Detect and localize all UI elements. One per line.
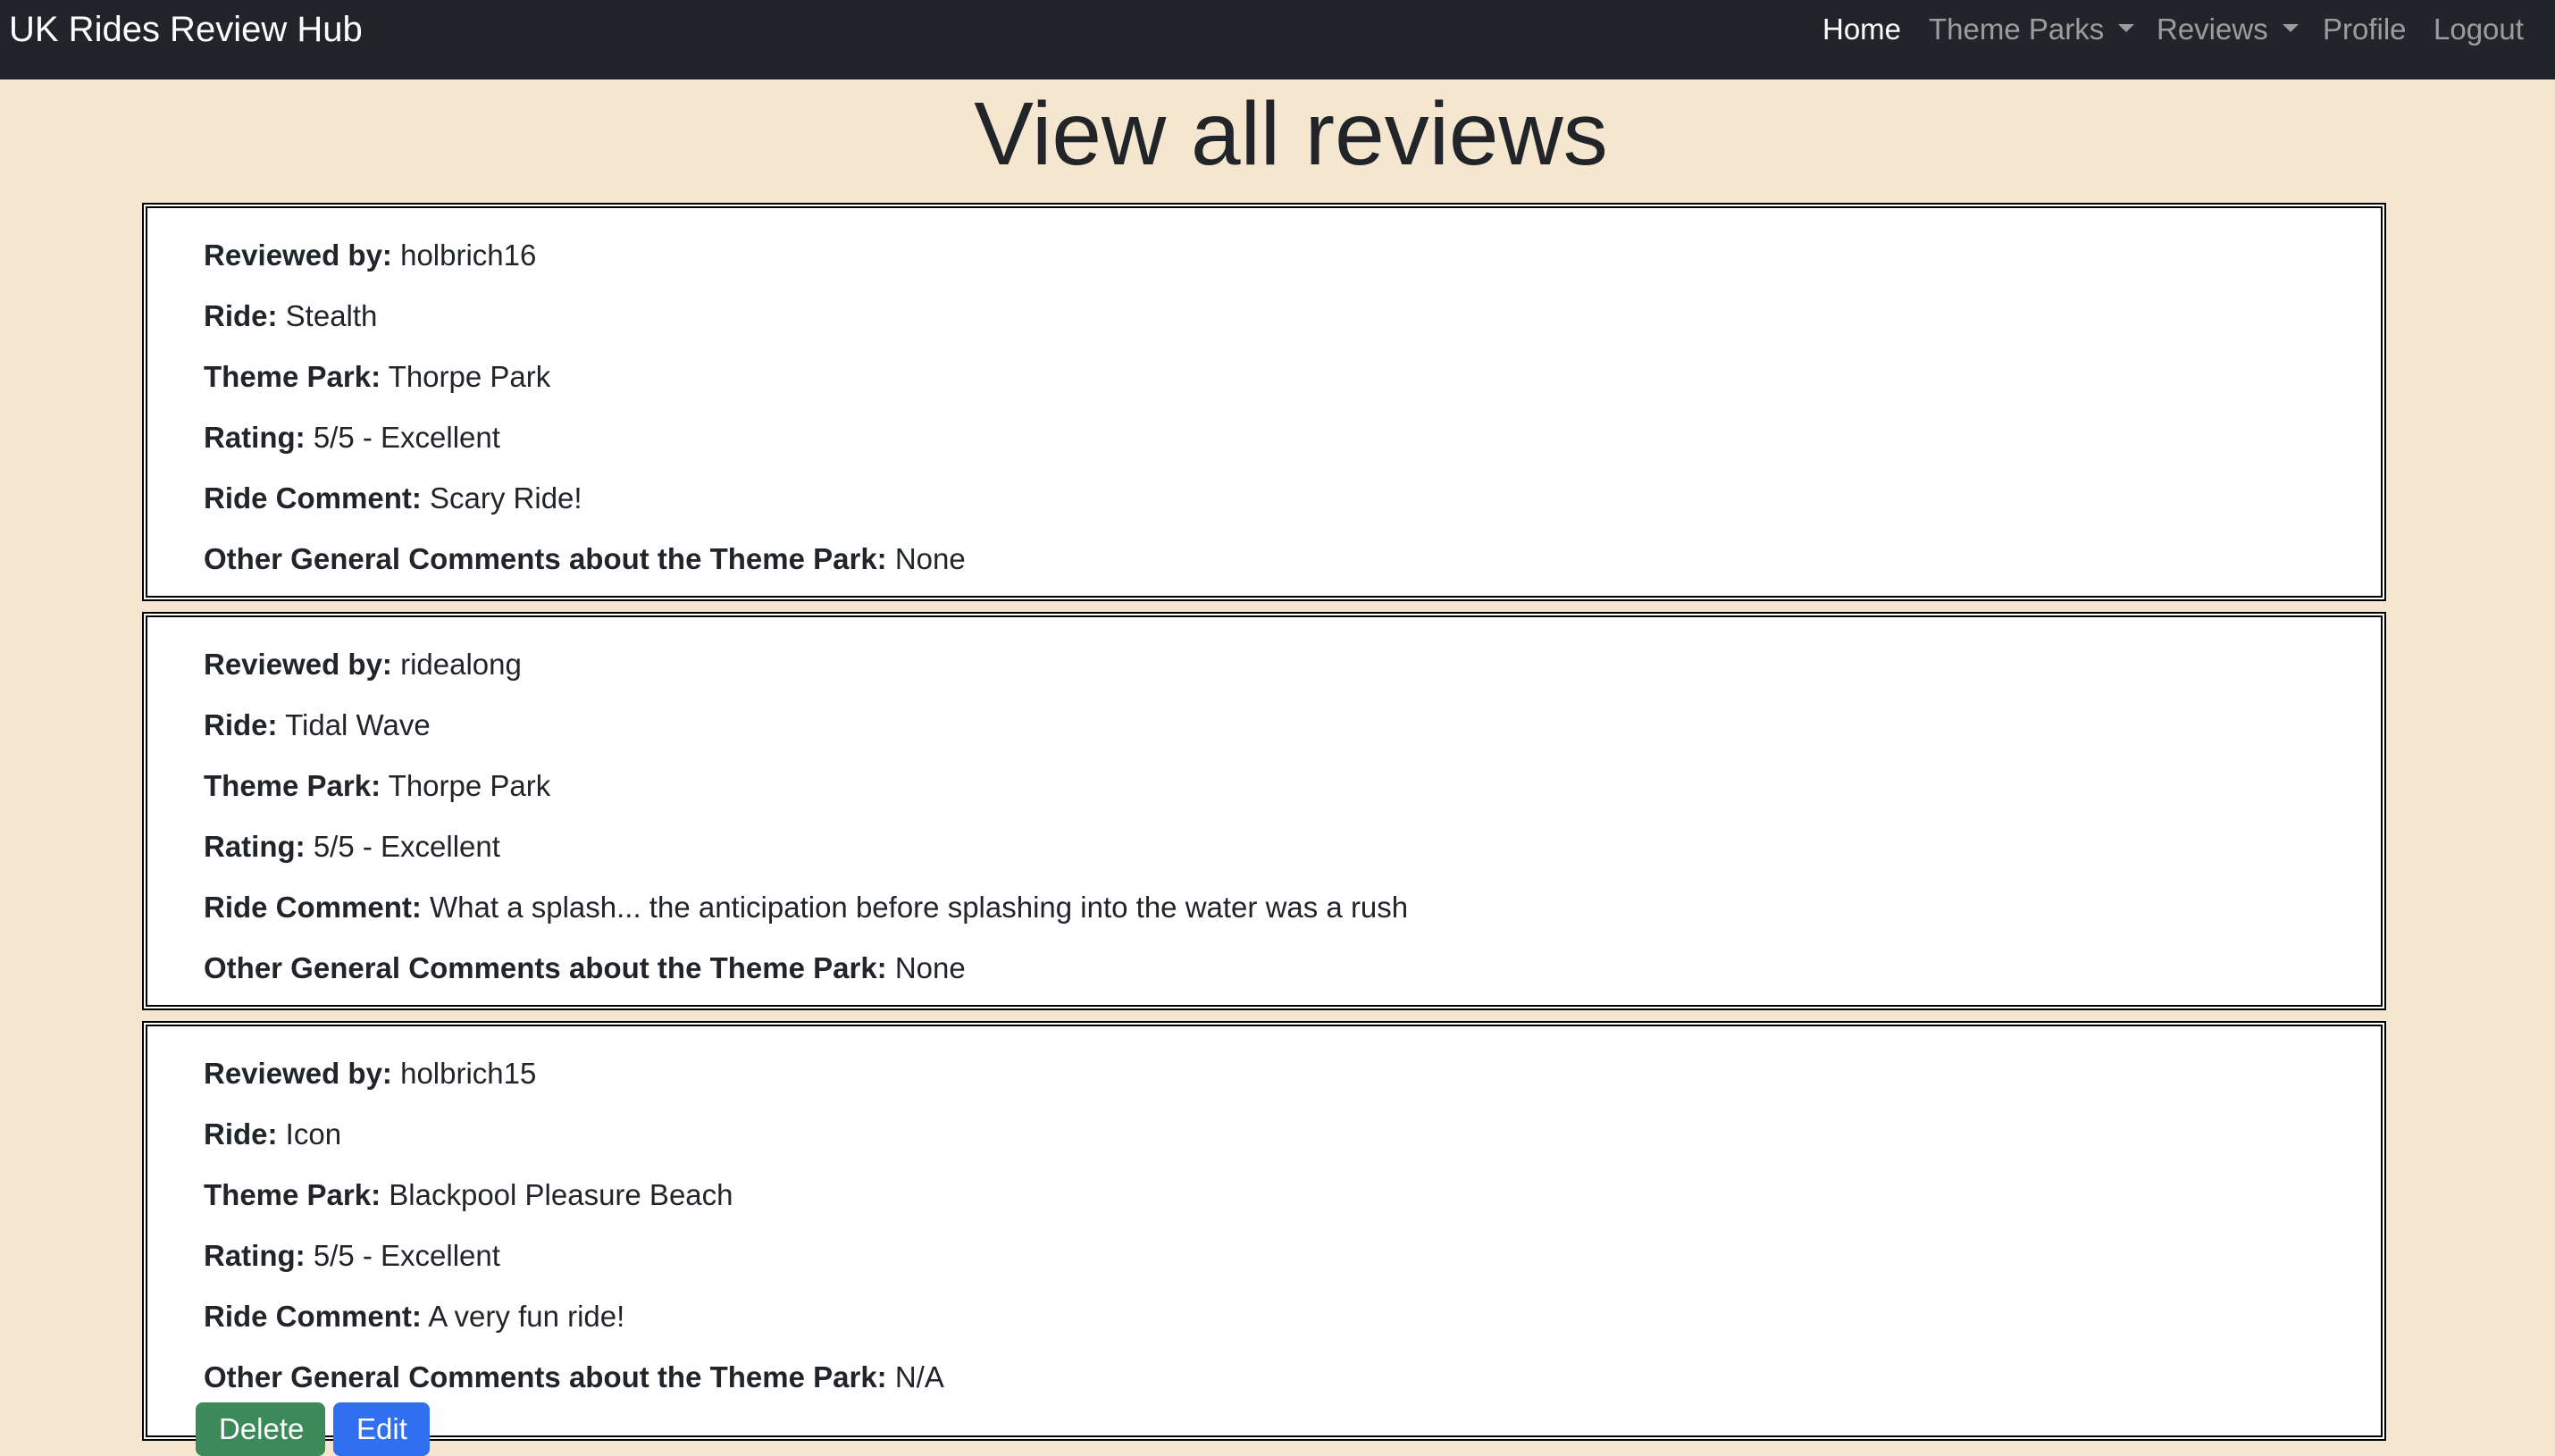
nav-theme-parks-dropdown[interactable]: Theme Parks	[1929, 0, 2135, 59]
field-value: 5/5 - Excellent	[313, 1239, 500, 1272]
field-value: Thorpe Park	[388, 360, 551, 393]
field-label: Ride Comment:	[204, 481, 422, 515]
field-value: A very fun ride!	[428, 1300, 625, 1333]
review-general-comments: Other General Comments about the Theme P…	[204, 950, 966, 986]
top-navbar: UK Rides Review Hub Home Theme Parks Rev…	[0, 0, 2555, 79]
review-ride: Ride: Icon	[204, 1117, 341, 1152]
field-label: Rating:	[204, 1239, 306, 1272]
review-reviewed-by: Reviewed by: ridealong	[204, 647, 522, 682]
field-value: What a splash... the anticipation before…	[430, 891, 1409, 924]
field-label: Rating:	[204, 421, 306, 454]
field-label: Reviewed by:	[204, 648, 392, 681]
field-label: Theme Park:	[204, 769, 381, 802]
review-theme-park: Theme Park: Thorpe Park	[204, 768, 550, 804]
review-rating: Rating: 5/5 - Excellent	[204, 1238, 500, 1274]
review-rating: Rating: 5/5 - Excellent	[204, 829, 500, 865]
edit-button[interactable]: Edit	[333, 1402, 430, 1456]
review-rating: Rating: 5/5 - Excellent	[204, 420, 500, 456]
chevron-down-icon	[2282, 24, 2299, 32]
field-value: 5/5 - Excellent	[313, 421, 500, 454]
review-general-comments: Other General Comments about the Theme P…	[204, 1360, 944, 1395]
field-label: Ride Comment:	[204, 891, 422, 924]
field-label: Other General Comments about the Theme P…	[204, 1360, 887, 1393]
review-card: Reviewed by: holbrich16 Ride: Stealth Th…	[142, 203, 2386, 601]
review-theme-park: Theme Park: Thorpe Park	[204, 359, 550, 395]
brand-link[interactable]: UK Rides Review Hub	[9, 0, 363, 59]
nav-home[interactable]: Home	[1822, 0, 1901, 59]
review-card: Reviewed by: ridealong Ride: Tidal Wave …	[142, 612, 2386, 1010]
review-ride: Ride: Tidal Wave	[204, 707, 431, 743]
review-ride-comment: Ride Comment: What a splash... the antic…	[204, 890, 1408, 925]
field-label: Ride:	[204, 1117, 278, 1151]
review-reviewed-by: Reviewed by: holbrich16	[204, 238, 536, 273]
nav-theme-parks-label: Theme Parks	[1929, 13, 2105, 46]
field-value: Thorpe Park	[388, 769, 551, 802]
field-label: Ride Comment:	[204, 1300, 422, 1333]
nav-reviews-label: Reviews	[2157, 13, 2268, 46]
field-label: Theme Park:	[204, 360, 381, 393]
field-label: Ride:	[204, 299, 278, 332]
field-value: holbrich16	[400, 238, 537, 272]
field-value: 5/5 - Excellent	[313, 830, 500, 863]
chevron-down-icon	[2118, 24, 2135, 32]
field-value: Scary Ride!	[430, 481, 582, 515]
review-card: Reviewed by: holbrich15 Ride: Icon Theme…	[142, 1021, 2386, 1441]
field-label: Reviewed by:	[204, 1057, 392, 1090]
review-ride: Ride: Stealth	[204, 298, 377, 334]
field-label: Ride:	[204, 708, 278, 741]
review-theme-park: Theme Park: Blackpool Pleasure Beach	[204, 1177, 733, 1213]
nav-profile[interactable]: Profile	[2323, 0, 2407, 59]
review-ride-comment: Ride Comment: Scary Ride!	[204, 481, 582, 516]
delete-button[interactable]: Delete	[196, 1402, 325, 1456]
page-title: View all reviews	[974, 84, 1608, 184]
field-label: Rating:	[204, 830, 306, 863]
review-general-comments: Other General Comments about the Theme P…	[204, 541, 966, 577]
field-value: Icon	[285, 1117, 342, 1151]
field-label: Theme Park:	[204, 1178, 381, 1211]
nav-reviews-dropdown[interactable]: Reviews	[2157, 0, 2299, 59]
review-ride-comment: Ride Comment: A very fun ride!	[204, 1299, 624, 1335]
field-label: Other General Comments about the Theme P…	[204, 542, 887, 575]
field-value: Stealth	[285, 299, 378, 332]
field-label: Other General Comments about the Theme P…	[204, 951, 887, 984]
field-label: Reviewed by:	[204, 238, 392, 272]
field-value: ridealong	[400, 648, 522, 681]
field-value: N/A	[894, 1360, 944, 1393]
field-value: holbrich15	[400, 1057, 537, 1090]
review-reviewed-by: Reviewed by: holbrich15	[204, 1056, 536, 1092]
field-value: Tidal Wave	[285, 708, 431, 741]
field-value: Blackpool Pleasure Beach	[389, 1178, 733, 1211]
field-value: None	[894, 951, 966, 984]
nav-logout[interactable]: Logout	[2434, 0, 2524, 59]
field-value: None	[894, 542, 966, 575]
